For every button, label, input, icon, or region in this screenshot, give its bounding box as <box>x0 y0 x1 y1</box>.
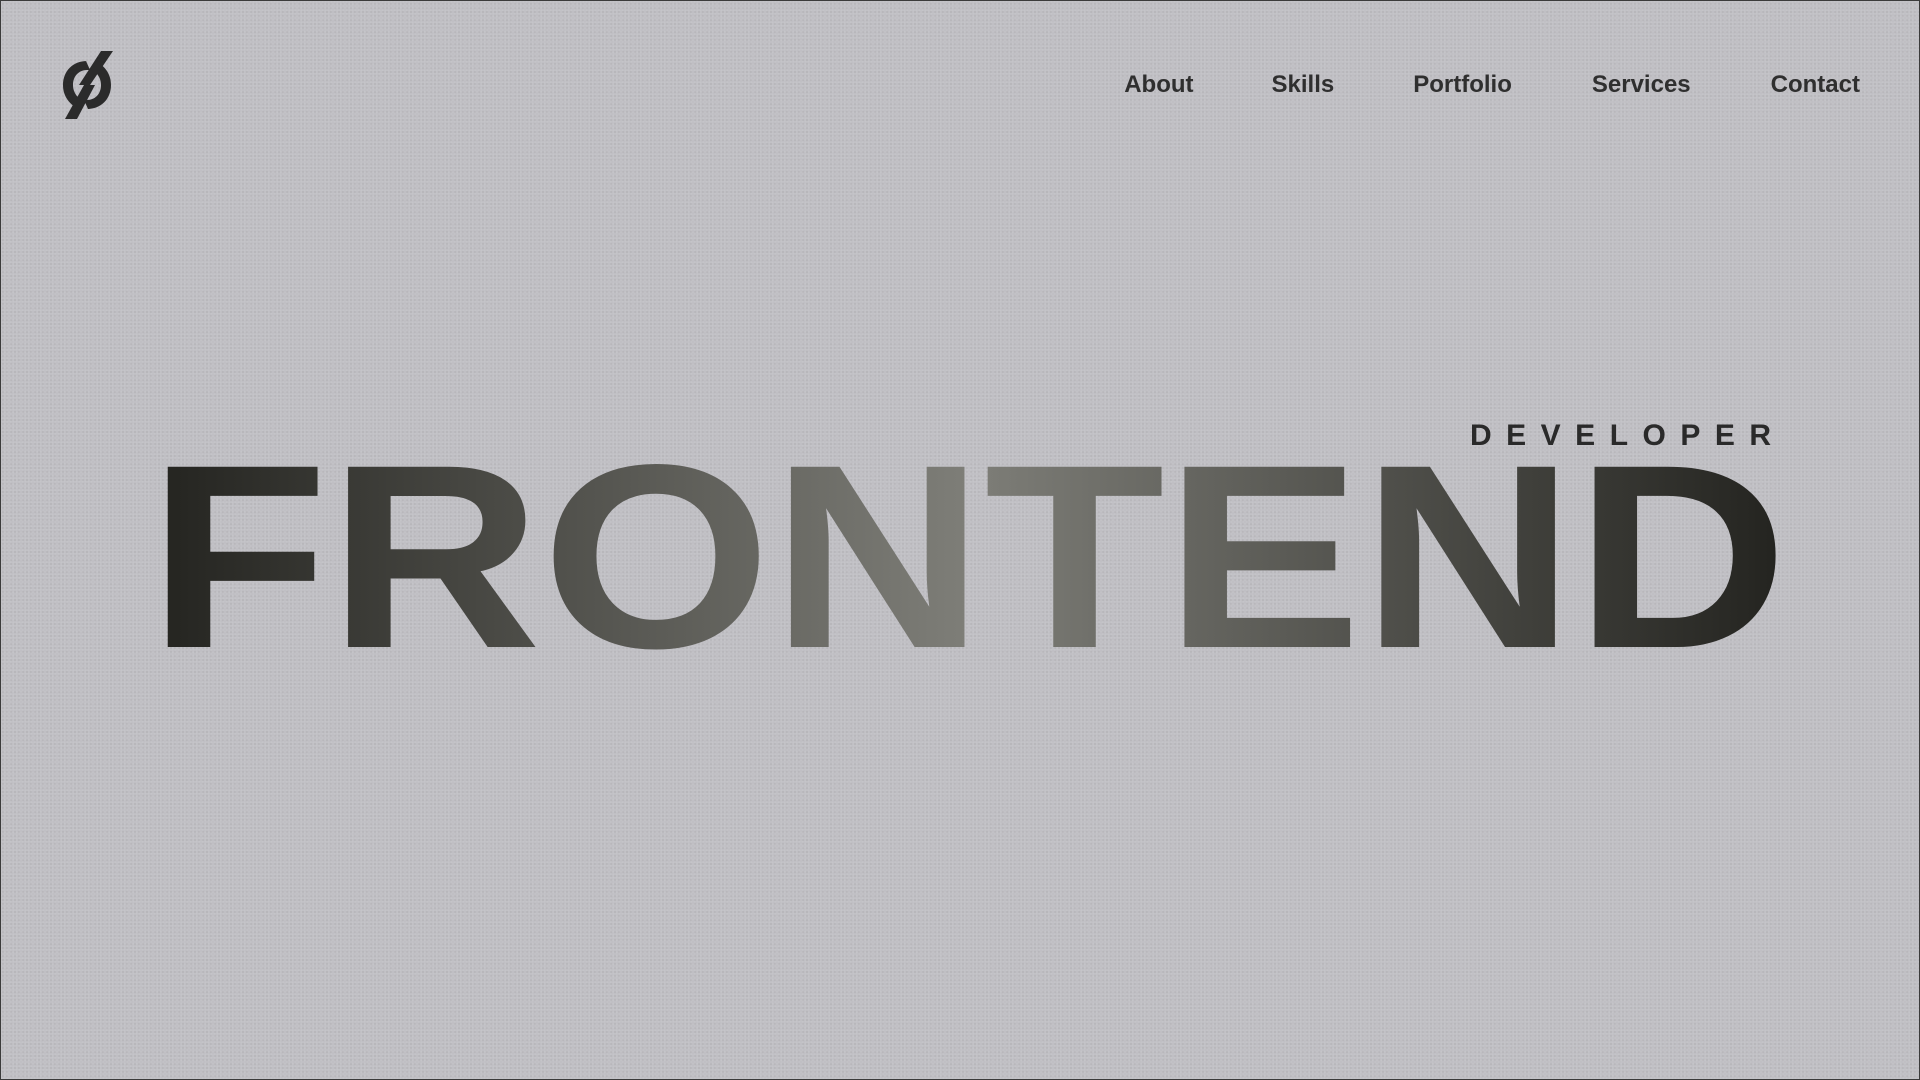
hero-headline-svg: FRONTEND <box>148 440 1788 660</box>
hero-section: DEVELOPER FRONTEND <box>0 0 1920 1080</box>
hero-headline-text: FRONTEND <box>148 440 1788 660</box>
hero-headline: FRONTEND <box>148 440 1788 660</box>
